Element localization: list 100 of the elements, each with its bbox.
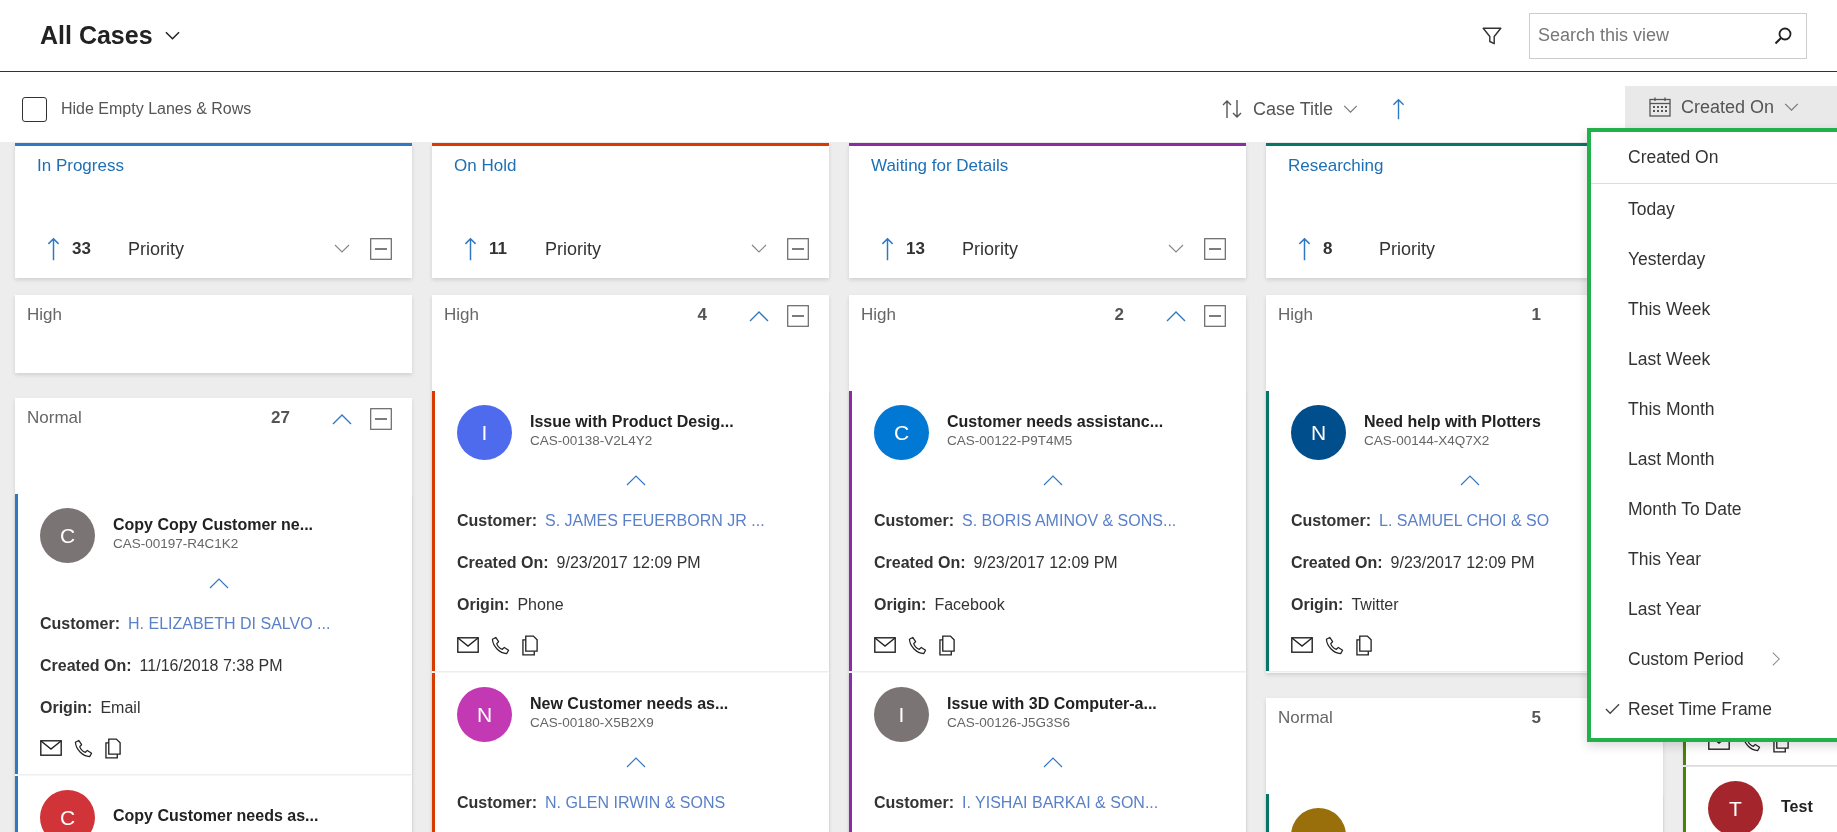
column-title[interactable]: On Hold [454, 156, 517, 176]
avatar: C [874, 405, 929, 460]
case-card[interactable]: T Test [1683, 767, 1837, 832]
group-by-label: Priority [962, 238, 1019, 260]
menu-item[interactable]: Last Week [1591, 334, 1837, 384]
column-count: 11 [489, 239, 508, 259]
caret-up-icon[interactable] [1043, 474, 1063, 486]
mail-icon[interactable] [874, 637, 896, 653]
document-icon[interactable] [939, 634, 956, 656]
mail-icon[interactable] [1291, 637, 1313, 653]
case-title[interactable]: Issue with 3D Computer-a... [947, 695, 1157, 713]
mail-icon[interactable] [40, 740, 62, 756]
menu-item[interactable]: Reset Time Frame [1591, 684, 1837, 734]
case-title[interactable]: Need help with Plotters [1364, 413, 1541, 431]
search-icon[interactable] [1773, 25, 1793, 46]
search-field[interactable]: Search this view [1529, 12, 1807, 59]
customer-link[interactable]: S. JAMES FEUERBORN JR ... [545, 512, 765, 530]
caret-up-icon[interactable] [1043, 756, 1063, 768]
field-label: Customer: [457, 794, 537, 812]
case-card[interactable]: I Issue with Product Desig... CAS-00138-V2L4Y2 Customer: S. JAMES FEUERBORN JR ... Created On: 9/23/2017 12:09 PM Origin: Phone [432, 391, 829, 671]
collapse-icon[interactable] [787, 238, 809, 260]
menu-item[interactable]: Yesterday [1591, 234, 1837, 284]
column-title[interactable]: In Progress [37, 156, 124, 176]
lane-count: 1 [1531, 305, 1541, 325]
lane-label: High [1278, 305, 1314, 325]
field-label: Customer: [40, 615, 120, 633]
caret-up-icon[interactable] [332, 413, 352, 425]
time-filter-button[interactable]: Created On [1625, 86, 1837, 128]
arrow-up-icon[interactable] [47, 236, 60, 262]
checkbox[interactable] [22, 96, 47, 122]
avatar: N [1291, 405, 1346, 460]
collapse-icon[interactable] [1204, 238, 1226, 260]
caret-up-icon[interactable] [209, 577, 229, 589]
field-label: Customer: [874, 794, 954, 812]
case-title[interactable]: Copy Customer needs as... [113, 806, 319, 825]
column-title[interactable]: Researching [1288, 156, 1384, 176]
case-card[interactable]: N New Customer needs as... CAS-00180-X5B2X9 Customer: N. GLEN IRWIN & SONS [432, 673, 829, 832]
phone-icon[interactable] [491, 635, 510, 655]
menu-item[interactable]: Today [1591, 184, 1837, 234]
case-title[interactable]: Test [1781, 797, 1813, 816]
collapse-icon[interactable] [370, 408, 392, 430]
field-value: 9/23/2017 12:09 PM [556, 554, 701, 572]
checkbox-label: Hide Empty Lanes & Rows [61, 100, 252, 118]
column-count: 13 [906, 239, 926, 259]
case-card[interactable]: C Customer needs assistanc... CAS-00122-P9T4M5 Customer: S. BORIS AMINOV & SONS... Created On: 9/23/2017 12:09 PM Origin: Facebook [849, 391, 1246, 671]
arrow-up-icon[interactable] [881, 236, 894, 262]
customer-link[interactable]: L. SAMUEL CHOI & SO [1379, 512, 1550, 530]
phone-icon[interactable] [74, 738, 93, 758]
column-count: 8 [1323, 239, 1334, 259]
case-card[interactable]: I Issue with 3D Computer-a... CAS-00126-J5G3S6 Customer: I. YISHAI BARKAI & SON... [849, 673, 1246, 832]
collapse-icon[interactable] [787, 305, 809, 327]
field-value: Phone [517, 596, 564, 614]
customer-link[interactable]: N. GLEN IRWIN & SONS [545, 794, 726, 812]
column-title[interactable]: Waiting for Details [871, 156, 1009, 176]
lane-count: 5 [1531, 708, 1541, 728]
caret-up-icon[interactable] [626, 756, 646, 768]
customer-link[interactable]: I. YISHAI BARKAI & SON... [962, 794, 1159, 812]
lane-label: Normal [1278, 708, 1334, 728]
case-title[interactable]: New Customer needs as... [530, 695, 729, 713]
mail-icon[interactable] [457, 637, 479, 653]
case-card[interactable]: C Copy Customer needs as... [15, 776, 412, 832]
customer-link[interactable]: S. BORIS AMINOV & SONS... [962, 512, 1177, 530]
case-title[interactable]: Copy Copy Customer ne... [113, 516, 314, 534]
caret-up-icon[interactable] [626, 474, 646, 486]
lane-label: High [444, 305, 480, 325]
sort-icon [1220, 97, 1243, 121]
view-selector[interactable]: All Cases [32, 17, 188, 54]
chevron-down-icon[interactable] [334, 244, 350, 254]
field-label: Created On: [40, 657, 132, 675]
menu-item[interactable]: This Week [1591, 284, 1837, 334]
case-card[interactable]: C Copy Copy Customer ne... CAS-00197-R4C1K2 Customer: H. ELIZABETH DI SALVO ... Created On: 11/16/2018 7:38 PM Origin: Email [15, 494, 412, 774]
caret-up-icon[interactable] [1166, 310, 1186, 322]
sort-field-dropdown[interactable]: Case Title [1250, 98, 1335, 120]
field-value: Twitter [1351, 596, 1399, 614]
document-icon[interactable] [1356, 634, 1373, 656]
phone-icon[interactable] [908, 635, 927, 655]
arrow-up-icon[interactable] [1392, 97, 1405, 121]
case-number: CAS-00180-X5B2X9 [530, 715, 655, 730]
document-icon[interactable] [105, 737, 122, 759]
caret-up-icon[interactable] [1460, 474, 1480, 486]
collapse-icon[interactable] [370, 238, 392, 260]
collapse-icon[interactable] [1204, 305, 1226, 327]
case-number: CAS-00122-P9T4M5 [947, 433, 1074, 448]
field-label: Origin: [1291, 596, 1344, 614]
chevron-down-icon[interactable] [1343, 104, 1358, 114]
field-label: Created On: [457, 554, 549, 572]
document-icon[interactable] [522, 634, 539, 656]
customer-link[interactable]: H. ELIZABETH DI SALVO ... [128, 615, 331, 633]
arrow-up-icon[interactable] [1298, 236, 1311, 262]
field-value: 9/23/2017 12:09 PM [1390, 554, 1535, 572]
caret-up-icon[interactable] [749, 310, 769, 322]
field-label: Customer: [1291, 512, 1371, 530]
arrow-up-icon[interactable] [464, 236, 477, 262]
field-value: 9/23/2017 12:09 PM [973, 554, 1118, 572]
case-title[interactable]: Issue with Product Desig... [530, 413, 734, 431]
chevron-down-icon[interactable] [1168, 244, 1184, 254]
phone-icon[interactable] [1325, 635, 1344, 655]
field-value: Facebook [934, 596, 1005, 614]
case-title[interactable]: Customer needs assistanc... [947, 413, 1164, 431]
chevron-down-icon[interactable] [751, 244, 767, 254]
